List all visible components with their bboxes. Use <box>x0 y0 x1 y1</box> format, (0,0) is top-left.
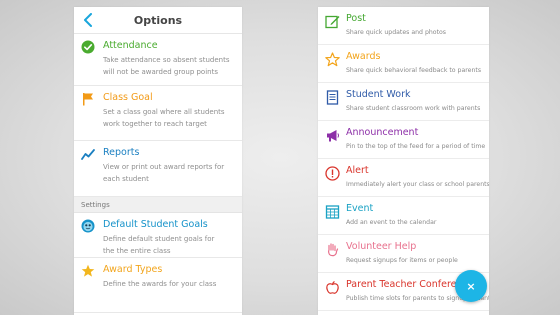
star-outline-icon <box>325 52 340 67</box>
post-type-title: Event <box>346 203 374 214</box>
post-type-description: Pin to the top of the feed for a period … <box>346 143 486 150</box>
close-icon: × <box>466 279 476 293</box>
option-default-student-goals[interactable]: Default Student Goals Define default stu… <box>74 213 242 258</box>
close-button[interactable]: × <box>455 270 487 302</box>
calendar-icon <box>325 205 340 219</box>
post-type-title: Announcement <box>346 127 419 138</box>
page-title: Options <box>133 13 183 27</box>
back-button[interactable] <box>80 11 96 29</box>
compose-icon <box>325 15 340 29</box>
post-type-title: Volunteer Help <box>346 241 417 252</box>
option-reports[interactable]: Reports View or print out award reports … <box>74 141 242 197</box>
option-title: Award Types <box>103 264 163 275</box>
alert-icon <box>325 166 340 181</box>
option-class-goal[interactable]: Class Goal Set a class goal where all st… <box>74 86 242 141</box>
option-title: Class Goal <box>103 92 153 103</box>
post-type-awards[interactable]: Awards Share quick behavioral feedback t… <box>318 45 489 83</box>
post-type-alert[interactable]: Alert Immediately alert your class or sc… <box>318 159 489 197</box>
option-attendance[interactable]: Attendance Take attendance so absent stu… <box>74 34 242 86</box>
option-award-types[interactable]: Award Types Define the awards for your c… <box>74 258 242 313</box>
star-icon <box>81 264 95 277</box>
post-type-description: Share quick behavioral feedback to paren… <box>346 67 482 74</box>
post-type-description: Request signups for items or people <box>346 257 458 264</box>
post-type-description: Add an event to the calendar <box>346 219 437 226</box>
option-title: Reports <box>103 147 140 158</box>
option-title: Default Student Goals <box>103 219 208 230</box>
raised-hand-icon <box>328 243 339 257</box>
options-header: Options <box>74 7 242 34</box>
post-type-student-work[interactable]: Student Work Share student classroom wor… <box>318 83 489 121</box>
option-description: Set a class goal where all students work … <box>103 108 225 128</box>
post-type-description: Share student classroom work with parent… <box>346 105 481 112</box>
post-type-description: Share quick updates and photos <box>346 29 447 36</box>
apple-icon <box>326 281 339 294</box>
document-icon <box>326 90 339 105</box>
monster-face-icon <box>81 219 95 233</box>
option-title: Attendance <box>103 40 158 51</box>
flag-icon <box>83 93 93 106</box>
post-type-title: Student Work <box>346 89 411 100</box>
post-type-title: Post <box>346 13 366 24</box>
option-description: Define the awards for your class <box>103 280 217 288</box>
post-type-event[interactable]: Event Add an event to the calendar <box>318 197 489 235</box>
settings-section-header: Settings <box>74 197 242 213</box>
post-type-announcement[interactable]: Announcement Pin to the top of the feed … <box>318 121 489 159</box>
post-type-panel: Post Share quick updates and photos Awar… <box>318 7 489 315</box>
post-type-post[interactable]: Post Share quick updates and photos <box>318 7 489 45</box>
post-type-title: Alert <box>346 165 369 176</box>
post-type-description: Immediately alert your class or school p… <box>346 181 489 188</box>
megaphone-icon <box>327 130 339 142</box>
option-description: Take attendance so absent students will n… <box>103 56 230 76</box>
option-description: View or print out award reports for each … <box>103 163 225 183</box>
trend-line-icon <box>81 149 95 160</box>
post-type-title: Awards <box>346 51 381 62</box>
option-description: Define default student goals for the the … <box>103 235 215 255</box>
checkmark-circle-icon <box>81 40 95 54</box>
options-panel: Options Attendance Take attendance so ab… <box>74 7 242 315</box>
post-type-volunteer-help[interactable]: Volunteer Help Request signups for items… <box>318 235 489 273</box>
chevron-left-icon <box>84 13 92 27</box>
